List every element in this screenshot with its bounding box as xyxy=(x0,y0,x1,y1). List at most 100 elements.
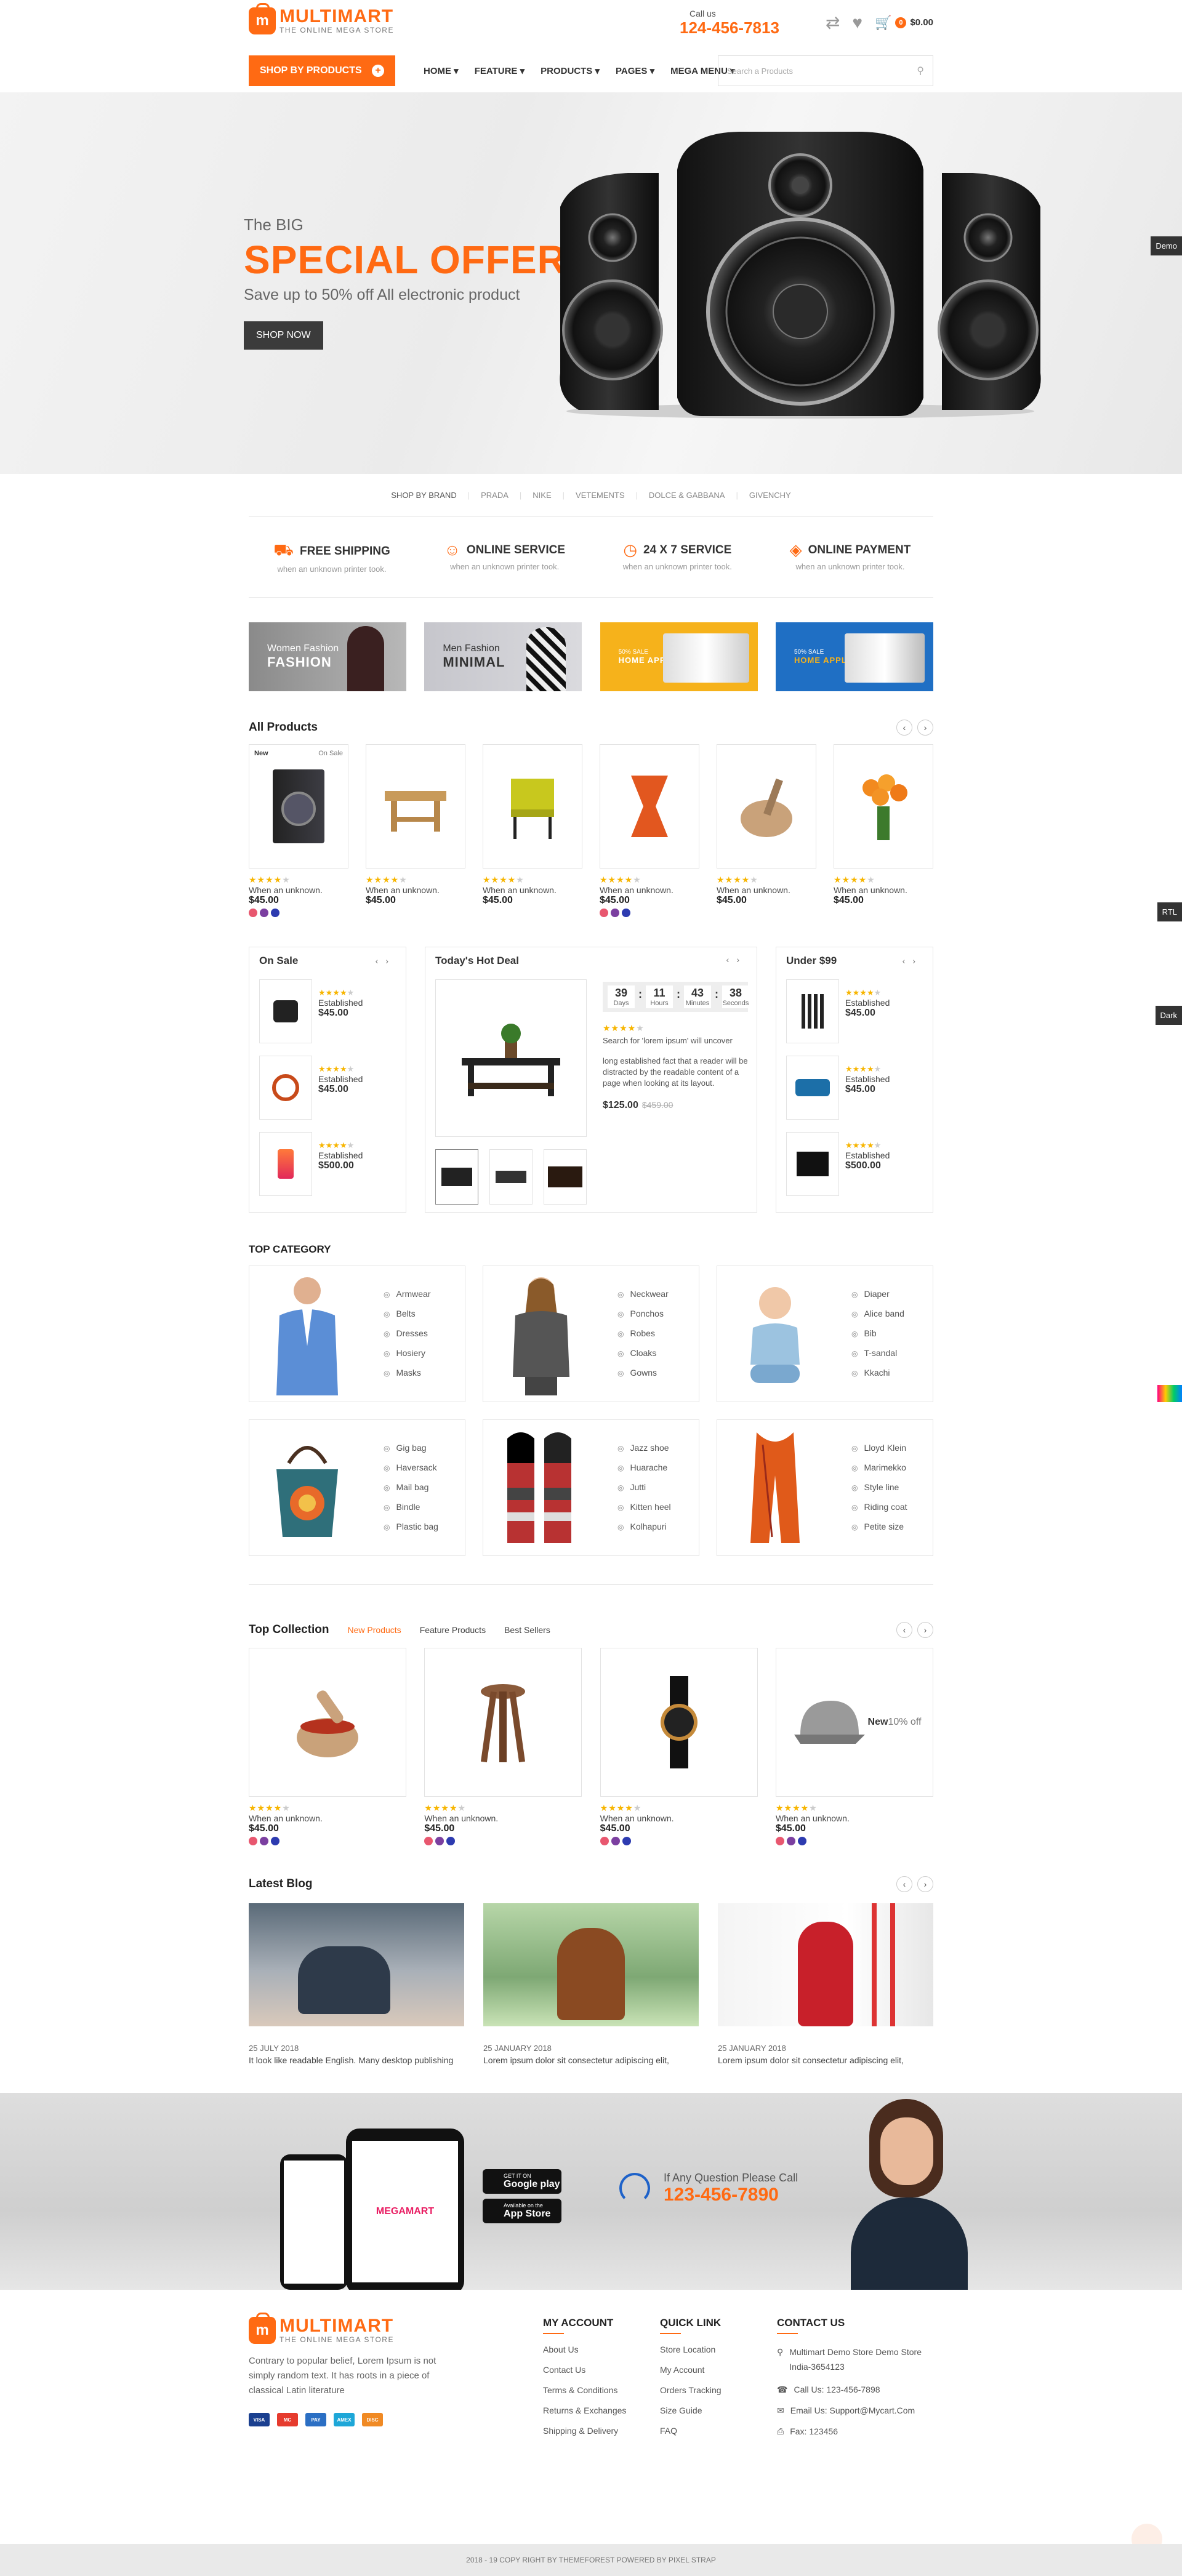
nav-products[interactable]: PRODUCTS ▾ xyxy=(541,65,600,76)
nav-home[interactable]: HOME ▾ xyxy=(424,65,459,76)
category-image[interactable] xyxy=(492,1423,590,1552)
category-link[interactable]: T-sandal xyxy=(851,1344,904,1363)
product-image[interactable] xyxy=(834,744,933,869)
category-link[interactable]: Marimekko xyxy=(851,1458,907,1478)
footer-link[interactable]: FAQ xyxy=(660,2426,722,2436)
mini-product[interactable]: ★★★★★ Established $45.00 xyxy=(259,1056,396,1120)
footer-link[interactable]: Returns & Exchanges xyxy=(543,2405,626,2415)
mini-product[interactable]: ★★★★★ Established $45.00 xyxy=(259,979,396,1043)
banner-men-fashion[interactable]: Men Fashion MINIMAL xyxy=(424,622,582,691)
footer-link[interactable]: About Us xyxy=(543,2345,626,2354)
dark-tab[interactable]: Dark xyxy=(1155,1006,1182,1025)
cart-button[interactable]: 🛒 0 $0.00 xyxy=(875,15,933,31)
product-card[interactable]: ★★★★★ When an unknown. $45.00 xyxy=(600,744,699,917)
mini-product-image[interactable] xyxy=(786,979,839,1043)
contact-email[interactable]: Email Us: Support@Mycart.Com xyxy=(790,2405,915,2416)
mini-product-name[interactable]: Established xyxy=(318,1074,363,1084)
category-link[interactable]: Huarache xyxy=(617,1458,671,1478)
color-swatch[interactable] xyxy=(435,1837,444,1845)
google-play-button[interactable]: GET IT ON Google play xyxy=(483,2169,561,2194)
category-link[interactable]: Jutti xyxy=(617,1478,671,1498)
category-link[interactable]: Cloaks xyxy=(617,1344,669,1363)
deal-thumbnail[interactable] xyxy=(489,1149,533,1205)
prev-arrow-icon[interactable]: ‹ xyxy=(896,720,912,736)
footer-link[interactable]: Terms & Conditions xyxy=(543,2385,626,2395)
category-link[interactable]: Gowns xyxy=(617,1363,669,1383)
blog-post[interactable]: 25 JULY 2018 It look like readable Engli… xyxy=(249,1903,464,2065)
mini-product-name[interactable]: Established xyxy=(845,998,890,1008)
color-swatch[interactable] xyxy=(249,1837,257,1845)
product-name[interactable]: When an unknown. xyxy=(483,885,582,895)
category-link[interactable]: Petite size xyxy=(851,1517,907,1537)
color-swatch[interactable] xyxy=(271,1837,279,1845)
category-link[interactable]: Dresses xyxy=(384,1324,431,1344)
category-link[interactable]: Mail bag xyxy=(384,1478,438,1498)
prev-arrow-icon[interactable]: ‹ xyxy=(896,1876,912,1892)
color-swatch[interactable] xyxy=(600,909,608,917)
blog-post[interactable]: 25 JANUARY 2018 Lorem ipsum dolor sit co… xyxy=(483,1903,699,2065)
compare-icon[interactable]: ⇄ xyxy=(826,12,840,33)
support-phone[interactable]: 123-456-7890 xyxy=(664,2185,798,2205)
app-store-button[interactable]: Available on the App Store xyxy=(483,2199,561,2223)
product-card[interactable]: New 10% off ★★★★★ When an unknown. $45.00 xyxy=(775,1648,933,1845)
category-link[interactable]: Neckwear xyxy=(617,1285,668,1304)
footer-link[interactable]: My Account xyxy=(660,2365,722,2375)
nav-feature[interactable]: FEATURE ▾ xyxy=(475,65,525,76)
slider-arrows-icon[interactable]: ‹› xyxy=(726,955,747,967)
slider-arrows-icon[interactable]: ‹› xyxy=(376,956,396,966)
search-icon[interactable]: ⚲ xyxy=(917,65,924,77)
heart-icon[interactable]: ♥ xyxy=(852,13,862,33)
shop-by-products-button[interactable]: SHOP BY PRODUCTS + xyxy=(249,55,395,86)
category-link[interactable]: Diaper xyxy=(851,1285,904,1304)
footer-link[interactable]: Orders Tracking xyxy=(660,2385,722,2395)
brand-prada[interactable]: PRADA xyxy=(481,491,509,500)
product-card[interactable]: ★★★★★ When an unknown. $45.00 xyxy=(600,1648,758,1845)
mini-product-image[interactable] xyxy=(259,1056,312,1120)
category-link[interactable]: Hosiery xyxy=(384,1344,431,1363)
color-swatch[interactable] xyxy=(611,1837,620,1845)
category-link[interactable]: Riding coat xyxy=(851,1498,907,1517)
product-card[interactable]: ★★★★★ When an unknown. $45.00 xyxy=(366,744,465,917)
color-swatch[interactable] xyxy=(775,1837,784,1845)
color-swatch[interactable] xyxy=(786,1837,795,1845)
color-swatch[interactable] xyxy=(622,909,630,917)
color-swatch[interactable] xyxy=(797,1837,806,1845)
product-name[interactable]: When an unknown. xyxy=(366,885,465,895)
product-image[interactable] xyxy=(249,1648,406,1797)
category-image[interactable] xyxy=(258,1269,356,1398)
banner-women-fashion[interactable]: Women Fashion FASHION xyxy=(249,622,406,691)
category-link[interactable]: Haversack xyxy=(384,1458,438,1478)
product-image[interactable] xyxy=(366,744,465,869)
next-arrow-icon[interactable]: › xyxy=(917,720,933,736)
mini-product-name[interactable]: Established xyxy=(318,1150,363,1160)
blog-title[interactable]: Lorem ipsum dolor sit consectetur adipis… xyxy=(718,2055,933,2065)
product-card[interactable]: ★★★★★ When an unknown. $45.00 xyxy=(717,744,816,917)
category-link[interactable]: Lloyd Klein xyxy=(851,1438,907,1458)
mini-product-image[interactable] xyxy=(786,1056,839,1120)
product-name[interactable]: When an unknown. xyxy=(717,885,816,895)
next-arrow-icon[interactable]: › xyxy=(917,1876,933,1892)
category-image[interactable] xyxy=(492,1269,590,1398)
mini-product-name[interactable]: Established xyxy=(845,1074,890,1084)
category-link[interactable]: Jazz shoe xyxy=(617,1438,671,1458)
product-image[interactable] xyxy=(424,1648,582,1797)
banner-home-appliance-yellow[interactable]: 50% SALE HOME APPLIENCE xyxy=(600,622,758,691)
product-name[interactable]: When an unknown. xyxy=(249,885,348,895)
mini-product[interactable]: ★★★★★ Established $500.00 xyxy=(786,1132,923,1196)
category-link[interactable]: Style line xyxy=(851,1478,907,1498)
site-logo[interactable]: m MULTIMART THE ONLINE MEGA STORE xyxy=(249,3,394,34)
category-link[interactable]: Belts xyxy=(384,1304,431,1324)
mini-product[interactable]: ★★★★★ Established $500.00 xyxy=(259,1132,396,1196)
demo-tab[interactable]: Demo xyxy=(1151,236,1182,255)
category-link[interactable]: Robes xyxy=(617,1324,669,1344)
tab-new-products[interactable]: New Products xyxy=(348,1625,401,1635)
color-swatch[interactable] xyxy=(446,1837,456,1845)
product-card[interactable]: ★★★★★ When an unknown. $45.00 xyxy=(424,1648,582,1845)
color-swatch[interactable] xyxy=(260,909,268,917)
product-name[interactable]: When an unknown. xyxy=(834,885,933,895)
call-us-phone[interactable]: 124-456-7813 xyxy=(680,18,779,38)
color-picker-icon[interactable] xyxy=(1157,1385,1182,1402)
brand-givenchy[interactable]: GIVENCHY xyxy=(749,491,791,500)
blog-title[interactable]: Lorem ipsum dolor sit consectetur adipis… xyxy=(483,2055,699,2065)
tab-best-sellers[interactable]: Best Sellers xyxy=(504,1625,550,1635)
